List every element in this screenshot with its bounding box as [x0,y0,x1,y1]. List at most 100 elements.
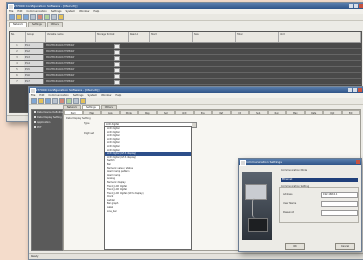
col-header-size[interactable]: Size [193,32,236,42]
header-tab[interactable]: Set [156,110,175,115]
menu-help[interactable]: Help [93,9,99,14]
format-cell[interactable] [94,73,114,78]
password-label: Password [283,211,295,214]
format-cell[interactable] [94,55,114,60]
value-cells [120,67,361,72]
title-bar[interactable]: GT7000 Configuration Software - [Main.Pr… [7,3,363,10]
header-tab[interactable]: Rate [304,110,323,115]
format-cell[interactable] [94,49,114,54]
header-tab[interactable]: Map [82,110,101,115]
menu-system[interactable]: System [65,9,75,14]
header-tab[interactable]: Item [64,110,83,115]
header-tab[interactable]: Unit [175,110,194,115]
format-cell[interactable] [94,61,114,66]
format-cell[interactable] [94,79,114,84]
header-tab[interactable]: Axis [101,110,120,115]
group-cell[interactable]: P1.7 [24,79,44,84]
col-header-group[interactable]: Group [26,32,46,42]
header-tab[interactable]: Sub [249,110,268,115]
header-tab[interactable]: Ref [212,110,231,115]
open-icon[interactable] [16,14,22,20]
group-cell[interactable]: P1.4 [24,61,44,66]
menu-system[interactable]: System [87,93,97,98]
maximize-icon[interactable] [354,4,358,8]
col-header-no[interactable]: No. [10,32,26,42]
table-row[interactable]: 7 P1.7 MASTER.BOARD.TEMP.NW [10,79,361,85]
dropdown-option[interactable]: Line_bar [105,210,191,214]
tab-others[interactable]: Others [46,22,63,27]
header-tab[interactable]: Max [286,110,305,115]
col-header-total[interactable]: Total [236,32,279,42]
variable-name-cell[interactable]: MASTER.BOARD.TEMP.NW [44,61,94,66]
print-icon[interactable] [52,98,58,104]
window-title: GT7000 Configuration Software - [Main.Pr… [13,4,78,8]
value-cells [120,49,361,54]
toolbar [7,14,363,21]
variable-name-cell[interactable]: MASTER.BOARD.TEMP.NW [44,43,94,48]
password-field[interactable] [321,210,358,216]
header-tab-strip: Item Map Axis Mode Disp Set Unit Pos Ref Ch Sub Run… [64,110,360,115]
variable-name-cell[interactable]: MASTER.BOARD.TEMP.NW [44,67,94,72]
group-cell[interactable]: P1.1 [24,43,44,48]
header-tab[interactable]: Ext [341,110,360,115]
setting-label: Communication Setting [281,185,310,188]
paste-icon[interactable] [51,14,57,20]
variable-name-cell[interactable]: MASTER.BOARD.TEMP.NW [44,49,94,54]
copy-icon[interactable] [44,14,50,20]
new-icon[interactable] [31,98,37,104]
chevron-down-icon[interactable] [192,123,196,127]
tab-settings[interactable]: Settings [27,22,46,27]
save-icon[interactable] [45,98,51,104]
variable-name-cell[interactable]: MASTER.BOARD.TEMP.NW [44,55,94,60]
close-icon[interactable] [356,160,360,164]
header-tab[interactable]: Ch [230,110,249,115]
col-header-name[interactable]: Variable name [46,32,96,42]
print-icon[interactable] [30,14,36,20]
header-tab[interactable]: Disp [138,110,157,115]
maximize-icon[interactable] [353,88,357,92]
mode-select[interactable]: Ethernet [281,178,358,182]
header-tab[interactable]: Run [267,110,286,115]
menu-window[interactable]: Window [79,9,89,14]
header-tab[interactable]: Pos [193,110,212,115]
tree-item[interactable]: PCT [32,125,62,130]
title-bar[interactable]: GT7000 Configuration Software - [Main.Pr… [29,87,363,94]
new-icon[interactable] [9,14,15,20]
dialog-title: Communication Settings [245,160,282,164]
minimize-icon[interactable] [349,4,353,8]
device-photo [242,172,272,240]
cut-icon[interactable] [37,14,43,20]
menu-window[interactable]: Window [101,93,111,98]
user-field[interactable] [321,201,358,207]
menu-help[interactable]: Help [115,93,121,98]
open-icon[interactable] [38,98,44,104]
header-tab[interactable]: Opt [323,110,342,115]
col-header-unit[interactable]: Unit [279,32,361,42]
row-number: 6 [10,73,24,78]
col-header-format[interactable]: Storage format [96,32,129,42]
folder-icon [34,121,36,123]
format-cell[interactable] [94,43,114,48]
group-cell[interactable]: P1.3 [24,55,44,60]
format-cell[interactable] [94,67,114,72]
save-icon[interactable] [23,14,29,20]
ok-button[interactable]: OK [285,243,305,250]
cancel-button[interactable]: Cancel [335,243,355,250]
variable-name-cell[interactable]: MASTER.BOARD.TEMP.NW [44,79,94,84]
close-icon[interactable] [359,4,363,8]
transfer-icon[interactable] [58,14,64,20]
user-label: User Name [283,202,297,205]
variable-name-cell[interactable]: MASTER.BOARD.TEMP.NW [44,73,94,78]
group-cell[interactable]: P1.5 [24,67,44,72]
address-field[interactable]: 192.168.0.1 [321,192,358,198]
close-icon[interactable] [358,88,362,92]
group-cell[interactable]: P1.2 [24,49,44,54]
form-heading: Data Display Setting [66,117,91,120]
minimize-icon[interactable] [348,88,352,92]
col-header-start[interactable]: Start [150,32,193,42]
col-header-read[interactable]: Read A [129,32,150,42]
header-tab[interactable]: Mode [119,110,138,115]
type-options-list[interactable]: LCD digital LCD digital LCD digital LCD dig… [104,126,192,250]
group-cell[interactable]: P1.6 [24,73,44,78]
tab-network[interactable]: Network [9,22,27,27]
